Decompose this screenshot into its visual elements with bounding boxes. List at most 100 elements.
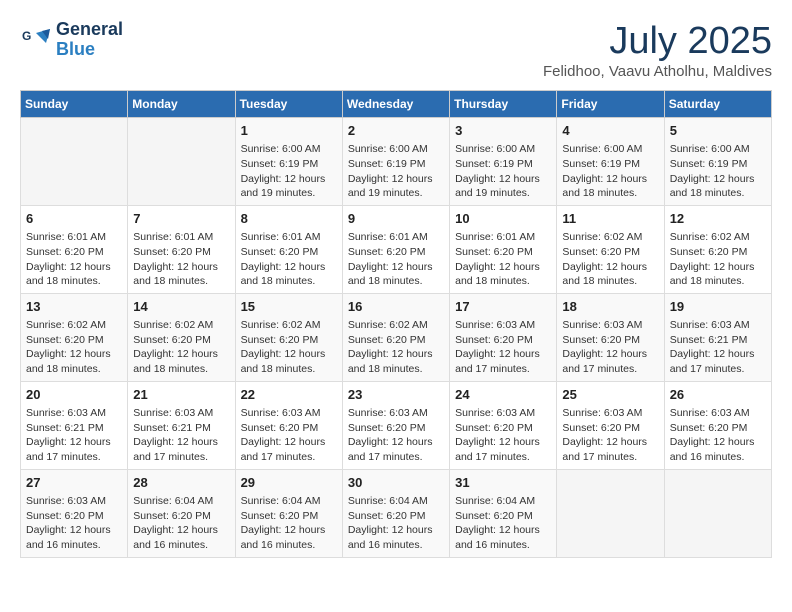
day-info: and 17 minutes.	[26, 450, 122, 465]
calendar-cell: 26Sunrise: 6:03 AMSunset: 6:20 PMDayligh…	[664, 381, 771, 469]
day-info: and 16 minutes.	[455, 538, 551, 553]
day-info: and 19 minutes.	[348, 186, 444, 201]
calendar-cell	[21, 118, 128, 206]
calendar-cell: 4Sunrise: 6:00 AMSunset: 6:19 PMDaylight…	[557, 118, 664, 206]
page-header: G General Blue July 2025 Felidhoo, Vaavu…	[20, 20, 772, 80]
weekday-header: Thursday	[450, 91, 557, 118]
day-info: Sunset: 6:21 PM	[26, 421, 122, 436]
weekday-header: Wednesday	[342, 91, 449, 118]
day-info: Daylight: 12 hours	[241, 172, 337, 187]
day-info: Sunset: 6:21 PM	[670, 333, 766, 348]
day-info: Sunrise: 6:03 AM	[455, 406, 551, 421]
day-number: 20	[26, 386, 122, 404]
logo: G General Blue	[20, 20, 123, 60]
day-info: Sunrise: 6:01 AM	[26, 230, 122, 245]
day-number: 19	[670, 298, 766, 316]
day-number: 31	[455, 474, 551, 492]
day-info: Sunrise: 6:03 AM	[670, 318, 766, 333]
day-info: Sunrise: 6:00 AM	[562, 142, 658, 157]
day-info: and 17 minutes.	[562, 362, 658, 377]
day-info: and 18 minutes.	[133, 362, 229, 377]
day-info: and 18 minutes.	[26, 362, 122, 377]
day-info: Sunrise: 6:02 AM	[241, 318, 337, 333]
weekday-header: Sunday	[21, 91, 128, 118]
day-info: Daylight: 12 hours	[562, 172, 658, 187]
calendar-cell: 29Sunrise: 6:04 AMSunset: 6:20 PMDayligh…	[235, 469, 342, 557]
day-info: Sunset: 6:20 PM	[562, 333, 658, 348]
day-info: Sunset: 6:19 PM	[348, 157, 444, 172]
day-info: Sunrise: 6:00 AM	[670, 142, 766, 157]
day-info: Sunset: 6:20 PM	[455, 421, 551, 436]
logo-line2: Blue	[56, 40, 123, 60]
day-info: Daylight: 12 hours	[455, 523, 551, 538]
day-info: Sunset: 6:20 PM	[562, 421, 658, 436]
day-info: Daylight: 12 hours	[348, 435, 444, 450]
day-info: Daylight: 12 hours	[241, 347, 337, 362]
day-info: Sunset: 6:19 PM	[670, 157, 766, 172]
day-number: 17	[455, 298, 551, 316]
day-info: Sunrise: 6:02 AM	[348, 318, 444, 333]
day-number: 13	[26, 298, 122, 316]
day-number: 4	[562, 122, 658, 140]
calendar-cell: 2Sunrise: 6:00 AMSunset: 6:19 PMDaylight…	[342, 118, 449, 206]
day-info: and 18 minutes.	[455, 274, 551, 289]
day-info: Daylight: 12 hours	[562, 435, 658, 450]
day-info: and 16 minutes.	[670, 450, 766, 465]
month-title: July 2025	[543, 20, 772, 63]
day-number: 21	[133, 386, 229, 404]
day-number: 2	[348, 122, 444, 140]
calendar-cell: 9Sunrise: 6:01 AMSunset: 6:20 PMDaylight…	[342, 205, 449, 293]
day-info: Daylight: 12 hours	[133, 523, 229, 538]
day-info: Daylight: 12 hours	[562, 347, 658, 362]
day-info: Sunrise: 6:04 AM	[133, 494, 229, 509]
day-number: 3	[455, 122, 551, 140]
day-info: Sunset: 6:20 PM	[26, 245, 122, 260]
day-number: 12	[670, 210, 766, 228]
day-info: Sunset: 6:19 PM	[455, 157, 551, 172]
calendar-cell: 17Sunrise: 6:03 AMSunset: 6:20 PMDayligh…	[450, 293, 557, 381]
day-info: Sunset: 6:20 PM	[670, 421, 766, 436]
day-number: 10	[455, 210, 551, 228]
calendar-cell: 24Sunrise: 6:03 AMSunset: 6:20 PMDayligh…	[450, 381, 557, 469]
day-number: 27	[26, 474, 122, 492]
day-info: Sunset: 6:20 PM	[26, 509, 122, 524]
calendar-cell: 14Sunrise: 6:02 AMSunset: 6:20 PMDayligh…	[128, 293, 235, 381]
day-info: Sunset: 6:19 PM	[241, 157, 337, 172]
day-info: and 18 minutes.	[348, 274, 444, 289]
calendar-cell: 23Sunrise: 6:03 AMSunset: 6:20 PMDayligh…	[342, 381, 449, 469]
day-number: 1	[241, 122, 337, 140]
logo-line1: General	[56, 20, 123, 40]
day-info: Sunset: 6:20 PM	[670, 245, 766, 260]
day-info: Sunrise: 6:04 AM	[241, 494, 337, 509]
day-info: Sunset: 6:20 PM	[455, 509, 551, 524]
day-info: Daylight: 12 hours	[670, 260, 766, 275]
calendar-cell: 19 Sunrise: 6:03 AMSunset: 6:21 PMDayligh…	[664, 293, 771, 381]
calendar-cell: 15Sunrise: 6:02 AMSunset: 6:20 PMDayligh…	[235, 293, 342, 381]
day-info: Daylight: 12 hours	[455, 347, 551, 362]
day-info: Daylight: 12 hours	[455, 260, 551, 275]
day-info: Daylight: 12 hours	[348, 172, 444, 187]
calendar-cell: 25Sunrise: 6:03 AMSunset: 6:20 PMDayligh…	[557, 381, 664, 469]
day-info: and 17 minutes.	[455, 362, 551, 377]
day-info: Sunrise: 6:04 AM	[348, 494, 444, 509]
day-number: 7	[133, 210, 229, 228]
day-info: and 17 minutes.	[241, 450, 337, 465]
day-number: 5	[670, 122, 766, 140]
day-info: and 17 minutes.	[348, 450, 444, 465]
day-info: Daylight: 12 hours	[26, 523, 122, 538]
day-info: Sunrise: 6:03 AM	[562, 406, 658, 421]
day-info: Daylight: 12 hours	[241, 523, 337, 538]
day-info: Daylight: 12 hours	[348, 260, 444, 275]
day-info: Sunset: 6:20 PM	[241, 421, 337, 436]
day-info: and 18 minutes.	[348, 362, 444, 377]
day-info: Sunset: 6:20 PM	[26, 333, 122, 348]
day-info: Sunrise: 6:03 AM	[455, 318, 551, 333]
day-info: Sunset: 6:20 PM	[241, 333, 337, 348]
day-info: and 18 minutes.	[241, 274, 337, 289]
calendar-cell: 30Sunrise: 6:04 AMSunset: 6:20 PMDayligh…	[342, 469, 449, 557]
day-number: 9	[348, 210, 444, 228]
day-info: and 19 minutes.	[455, 186, 551, 201]
day-info: Sunrise: 6:02 AM	[562, 230, 658, 245]
day-info: Daylight: 12 hours	[670, 435, 766, 450]
day-info: Daylight: 12 hours	[670, 347, 766, 362]
